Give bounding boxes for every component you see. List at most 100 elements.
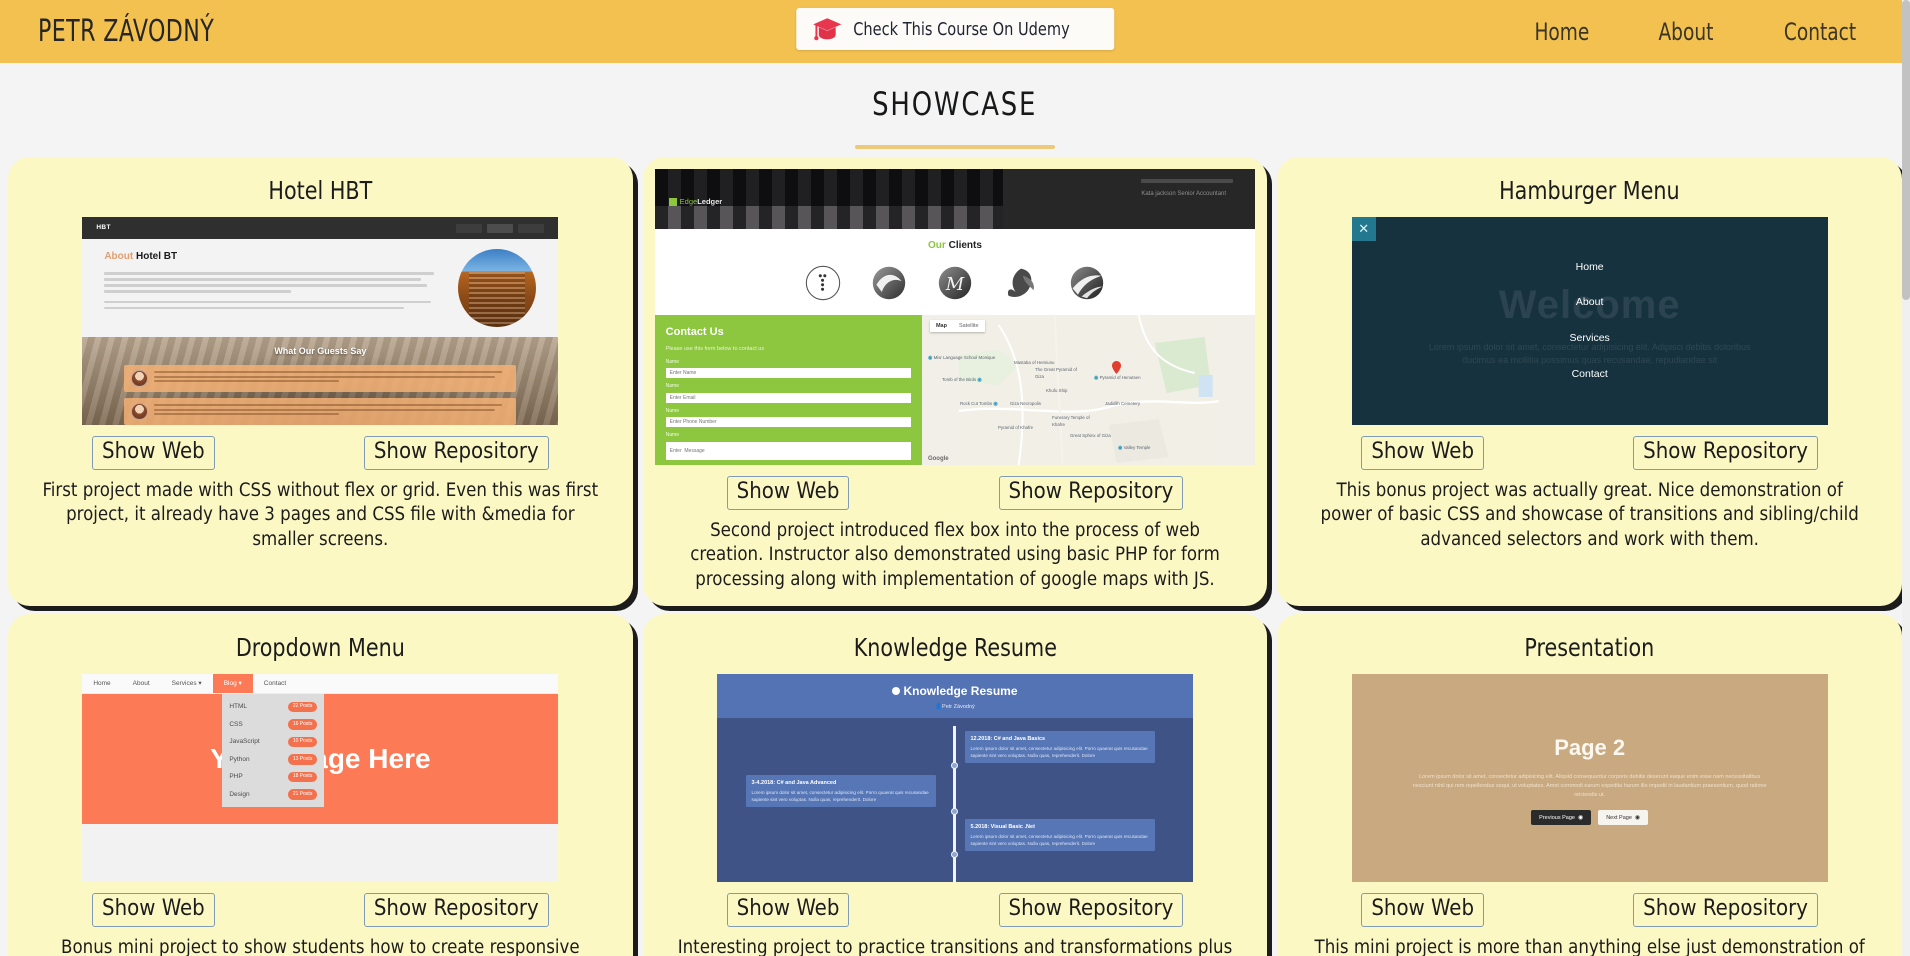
project-description: This bonus project was actually great. N… bbox=[1320, 479, 1859, 550]
show-web-button[interactable]: Show Web bbox=[1361, 436, 1485, 470]
map-poi-label: Mastaba of Hemiunu bbox=[1013, 360, 1055, 365]
card-actions: Show Web Show Repository bbox=[20, 882, 621, 928]
nav-item-about[interactable]: About bbox=[1659, 18, 1714, 46]
map-tab-map[interactable]: Map bbox=[930, 320, 953, 332]
avatar bbox=[131, 369, 149, 387]
presentation-body-text: Lorem ipsum dolor sit amet, consectetur … bbox=[1412, 773, 1767, 798]
post-count-badge: 18 Posts bbox=[287, 771, 318, 783]
edgeledger-contact-sub: Please use this form below to contact us bbox=[665, 345, 765, 352]
field-label: Name bbox=[665, 407, 679, 414]
card-actions: Show Web Show Repository bbox=[1289, 425, 1890, 470]
placeholder-text-lines bbox=[104, 300, 444, 309]
message-input[interactable] bbox=[665, 441, 911, 460]
client-logo-swirl-icon bbox=[872, 266, 906, 300]
dropdown-item[interactable]: JavaScript 10 Posts bbox=[222, 733, 324, 751]
project-description: First project made with CSS without flex… bbox=[42, 479, 599, 550]
dropdown-item[interactable]: Design 21 Posts bbox=[222, 786, 324, 804]
map-poi-label: Jadidlih Cemetery bbox=[1104, 401, 1141, 406]
post-count-badge: 16 Posts bbox=[287, 719, 318, 730]
graduation-cap-icon bbox=[813, 17, 842, 40]
project-preview-resume: Knowledge Resume 👤Petr Závodný 12.2018: … bbox=[716, 674, 1193, 883]
edgeledger-preview-contact: Contact Us Please use this form below to… bbox=[654, 315, 1256, 465]
map-poi-label: Great Sphinx of Giza bbox=[1069, 433, 1111, 438]
svg-text:M: M bbox=[945, 274, 965, 295]
show-web-button[interactable]: Show Web bbox=[92, 893, 215, 928]
edgeledger-preview-hero: EdgeLedger Kata jackson Senior Accountan… bbox=[654, 169, 1256, 229]
show-web-button[interactable]: Show Web bbox=[726, 476, 850, 510]
edgeledger-preview-clients: Our Clients M bbox=[654, 229, 1256, 315]
nav-item-home[interactable]: Home bbox=[1535, 18, 1590, 46]
timeline-dot bbox=[951, 851, 959, 859]
dd-nav-blog[interactable]: Blog ▾ bbox=[212, 674, 253, 694]
hotel-preview-testimonials-title: What Our Guests Say bbox=[274, 346, 367, 356]
project-preview-presentation: Page 2 Lorem ipsum dolor sit amet, conse… bbox=[1351, 674, 1828, 883]
nav-item-contact[interactable]: Contact bbox=[1784, 18, 1856, 46]
form-field: Name bbox=[665, 407, 911, 428]
scrollbar-thumb[interactable] bbox=[1902, 0, 1910, 300]
dropdown-item[interactable]: PHP 18 Posts bbox=[222, 768, 324, 786]
map-type-toggle[interactable]: Map Satellite bbox=[929, 320, 985, 333]
udemy-course-button[interactable]: Check This Course On Udemy bbox=[796, 8, 1114, 50]
client-logo-dots-icon bbox=[805, 265, 841, 301]
edgeledger-map[interactable]: Map Satellite ◉ Misr Language School Mon… bbox=[921, 315, 1256, 465]
show-web-button[interactable]: Show Web bbox=[1361, 893, 1485, 928]
project-card: EdgeLedger Kata jackson Senior Accountan… bbox=[642, 157, 1268, 607]
resume-timeline: 12.2018: C# and Java Basics Lorem ipsum … bbox=[717, 718, 1193, 883]
dropdown-item[interactable]: CSS 16 Posts bbox=[222, 716, 324, 734]
next-page-button[interactable]: Next Page ◉ bbox=[1598, 810, 1649, 826]
map-poi-label: Pyramid of Henutsen bbox=[1099, 375, 1141, 380]
overlay-nav-contact[interactable]: Contact bbox=[1572, 367, 1608, 383]
show-repository-button[interactable]: Show Repository bbox=[998, 893, 1184, 928]
chevron-down-icon: ▾ bbox=[198, 679, 202, 687]
project-title: Hamburger Menu bbox=[1499, 176, 1680, 205]
timeline-item: 3-4.2018: C# and Java Advanced Lorem ips… bbox=[745, 775, 936, 808]
overlay-nav-services[interactable]: Services bbox=[1570, 331, 1610, 347]
show-repository-button[interactable]: Show Repository bbox=[363, 893, 549, 928]
hotel-preview-quote bbox=[124, 397, 517, 425]
dropdown-preview-nav: Home About Services ▾ Blog ▾ Contact bbox=[82, 674, 559, 695]
page-scrollbar[interactable] bbox=[1902, 0, 1910, 956]
edgeledger-clients-accent: Our bbox=[928, 240, 946, 251]
show-web-button[interactable]: Show Web bbox=[92, 436, 215, 470]
hotel-preview-photo bbox=[458, 249, 537, 327]
project-card: Dropdown Menu Home About Services ▾ Blog… bbox=[8, 614, 633, 956]
timeline-axis bbox=[953, 726, 957, 883]
project-preview-hotel: HBT About Hotel BT What Our Guests Say bbox=[82, 217, 559, 425]
chevron-down-icon: ▾ bbox=[238, 679, 242, 687]
dropdown-item[interactable]: HTML 22 Posts bbox=[222, 698, 324, 716]
show-repository-button[interactable]: Show Repository bbox=[363, 436, 549, 470]
timeline-text: Lorem ipsum dolor sit amet, consectetur … bbox=[970, 745, 1148, 758]
timeline-heading: 5.2018: Visual Basic .Net bbox=[970, 824, 1035, 831]
project-card: Knowledge Resume Knowledge Resume 👤Petr … bbox=[642, 614, 1268, 956]
map-poi-label: Rock Cut Tombs bbox=[959, 401, 993, 406]
dropdown-panel: HTML 22 Posts CSS 16 Posts JavaScript 10 Po… bbox=[222, 694, 325, 808]
dd-nav-about[interactable]: About bbox=[122, 674, 161, 693]
field-label: Name bbox=[665, 358, 679, 365]
dropdown-item[interactable]: Python 13 Posts bbox=[222, 751, 324, 769]
phone-input[interactable] bbox=[665, 417, 911, 428]
project-description: Bonus mini project to show students how … bbox=[61, 937, 580, 956]
show-repository-button[interactable]: Show Repository bbox=[998, 476, 1184, 510]
show-repository-button[interactable]: Show Repository bbox=[1633, 893, 1818, 928]
close-icon[interactable]: ✕ bbox=[1351, 217, 1376, 241]
previous-page-button[interactable]: Previous Page ◉ bbox=[1531, 810, 1592, 826]
project-preview-hamburger: ✕ Welcome Lorem ipsum dolor sit amet, co… bbox=[1351, 217, 1828, 425]
presentation-page-title: Page 2 bbox=[1554, 734, 1626, 760]
hotel-preview-about: About Hotel BT bbox=[82, 239, 559, 337]
email-input[interactable] bbox=[665, 392, 911, 403]
dd-nav-services[interactable]: Services ▾ bbox=[161, 674, 213, 693]
dd-nav-contact[interactable]: Contact bbox=[253, 674, 297, 693]
overlay-nav-about[interactable]: About bbox=[1576, 295, 1603, 311]
hotel-preview-nav: HBT bbox=[82, 217, 559, 239]
hotel-preview-logo: HBT bbox=[96, 224, 111, 232]
card-actions: Show Web Show Repository bbox=[1289, 882, 1890, 928]
show-repository-button[interactable]: Show Repository bbox=[1633, 436, 1818, 470]
map-attribution: Google bbox=[927, 456, 949, 462]
map-graphic bbox=[958, 315, 1219, 465]
overlay-nav-home[interactable]: Home bbox=[1576, 260, 1604, 276]
map-tab-satellite[interactable]: Satellite bbox=[953, 320, 985, 332]
name-input[interactable] bbox=[665, 368, 911, 379]
dd-nav-home[interactable]: Home bbox=[82, 674, 121, 693]
show-web-button[interactable]: Show Web bbox=[726, 893, 850, 928]
project-description: Interesting project to practice transiti… bbox=[677, 937, 1233, 956]
